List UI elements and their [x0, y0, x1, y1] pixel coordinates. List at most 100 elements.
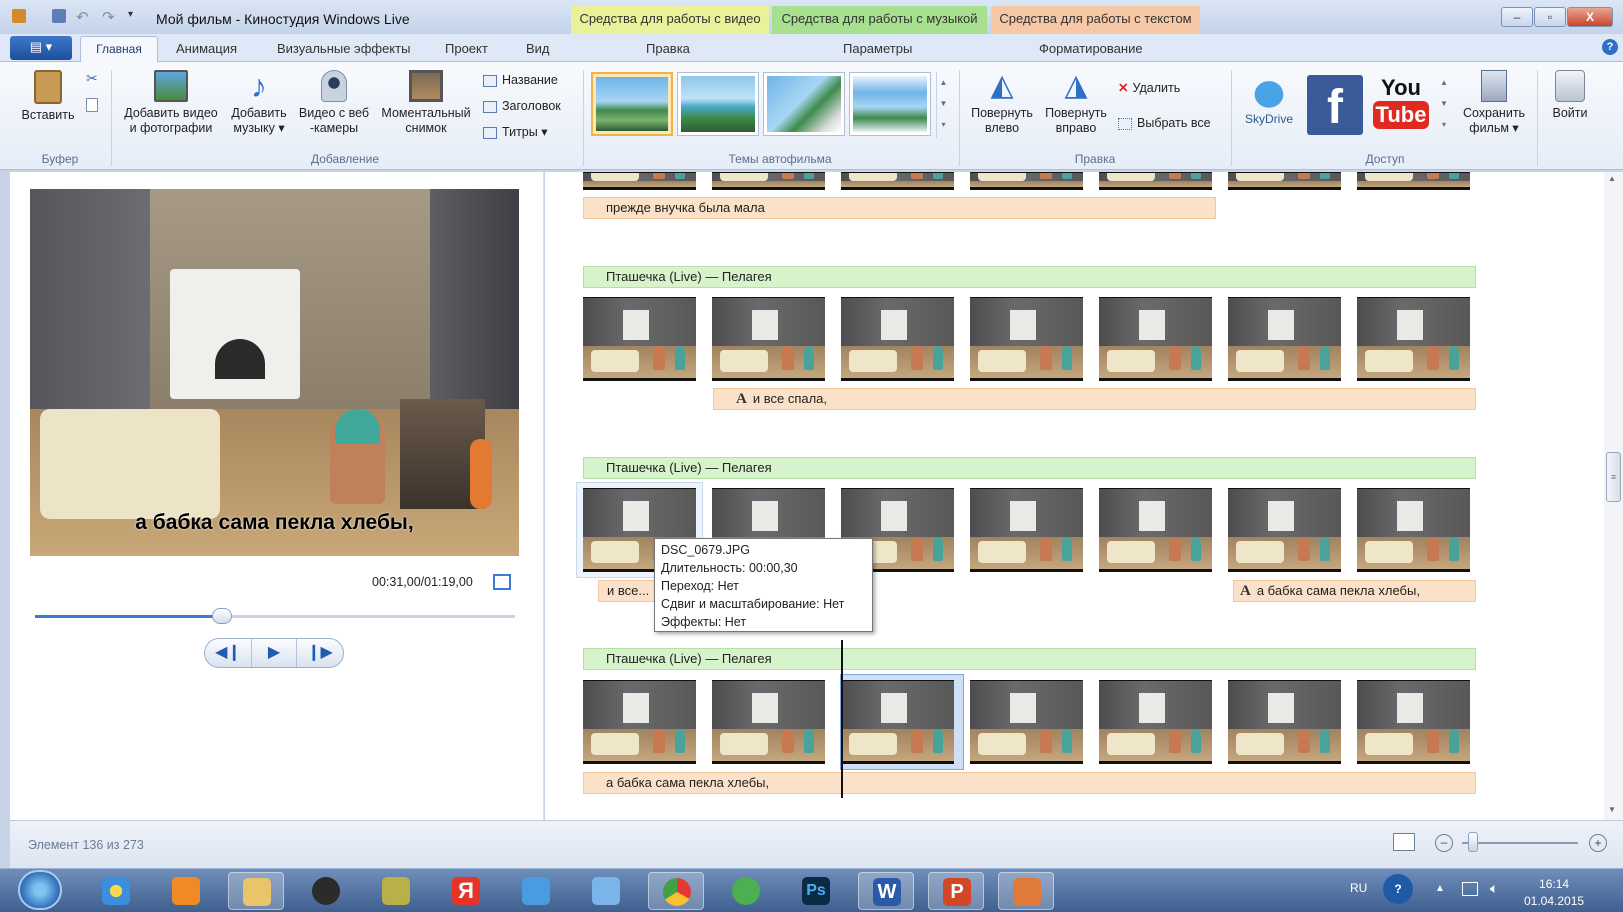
playhead[interactable] — [841, 640, 843, 798]
music-track-bar[interactable]: Пташечка (Live) — Пелагея — [583, 266, 1476, 288]
taskbar-hp[interactable] — [298, 872, 354, 910]
webcam-video-button[interactable]: Видео с веб -камеры — [294, 70, 374, 136]
signin-button[interactable]: Войти — [1544, 70, 1596, 121]
taskbar-yandex[interactable]: Я — [438, 872, 494, 910]
clip-thumbnail[interactable] — [1357, 297, 1470, 381]
clip-thumbnail[interactable] — [1357, 488, 1470, 572]
volume-icon[interactable]: 🔈︎ — [1490, 880, 1498, 897]
qat-dropdown-icon[interactable]: ▾ — [128, 9, 140, 23]
select-all-button[interactable]: Выбрать все — [1118, 115, 1211, 131]
tab-text-format[interactable]: Форматирование — [1039, 41, 1143, 56]
video-preview[interactable]: а бабка сама пекла хлебы, — [30, 189, 519, 556]
language-indicator[interactable]: RU — [1350, 881, 1367, 895]
copy-icon[interactable] — [86, 98, 98, 112]
add-video-photos-button[interactable]: Добавить видео и фотографии — [118, 70, 224, 136]
theme-thumbnail-1[interactable] — [591, 72, 673, 136]
theme-gallery-scroll[interactable]: ▲ ▼ ▾ — [936, 72, 950, 138]
redo-icon[interactable]: ↷ — [102, 8, 118, 26]
theme-thumbnail-4[interactable] — [849, 72, 931, 136]
zoom-out-icon[interactable]: – — [1435, 834, 1453, 852]
taskbar-moviemaker[interactable] — [998, 872, 1054, 910]
share-gallery-scroll[interactable]: ▲ ▼ ▾ — [1438, 72, 1450, 138]
clip-thumbnail[interactable] — [970, 488, 1083, 572]
play-button[interactable]: ▶ — [251, 639, 297, 667]
music-track-bar[interactable]: Пташечка (Live) — Пелагея — [583, 648, 1476, 670]
clip-thumbnail[interactable] — [712, 297, 825, 381]
add-credits-button[interactable]: Титры ▾ — [483, 124, 547, 140]
scroll-thumb[interactable]: ≡ — [1606, 452, 1621, 502]
text-caption-bar[interactable]: Aа бабка сама пекла хлебы, — [1233, 580, 1476, 602]
text-caption-bar[interactable]: а бабка сама пекла хлебы, — [583, 772, 1476, 794]
taskbar-download[interactable] — [718, 872, 774, 910]
clip-thumbnail[interactable] — [583, 172, 696, 190]
clip-thumbnail[interactable] — [1099, 488, 1212, 572]
clip-thumbnail[interactable] — [970, 297, 1083, 381]
music-track-bar[interactable]: Пташечка (Live) — Пелагея — [583, 457, 1476, 479]
fullscreen-icon[interactable] — [493, 574, 511, 590]
tab-animation[interactable]: Анимация — [176, 41, 237, 56]
tab-home[interactable]: Главная — [80, 36, 158, 63]
tab-visual-effects[interactable]: Визуальные эффекты — [277, 41, 410, 56]
text-caption-bar[interactable]: Aи все спала, — [713, 388, 1476, 410]
taskbar-ie[interactable] — [88, 872, 144, 910]
tab-music-options[interactable]: Параметры — [843, 41, 912, 56]
clip-thumbnail[interactable] — [1228, 680, 1341, 764]
cut-icon[interactable]: ✂ — [86, 70, 100, 86]
skydrive-button[interactable]: SkyDrive — [1238, 74, 1300, 127]
facebook-button[interactable]: f — [1307, 75, 1363, 135]
help-tray-icon[interactable]: ? — [1383, 874, 1413, 904]
clip-thumbnail[interactable] — [1228, 297, 1341, 381]
add-music-button[interactable]: ♪ Добавить музыку ▾ — [226, 70, 292, 136]
taskbar-explorer[interactable] — [228, 872, 284, 910]
seek-handle[interactable] — [212, 608, 233, 624]
close-button[interactable]: X — [1567, 7, 1613, 27]
clip-thumbnail[interactable] — [841, 172, 954, 190]
tab-video-edit[interactable]: Правка — [646, 41, 690, 56]
tab-project[interactable]: Проект — [445, 41, 488, 56]
rotate-right-button[interactable]: ◮ Повернуть вправо — [1040, 70, 1112, 136]
theme-thumbnail-3[interactable] — [763, 72, 845, 136]
snapshot-button[interactable]: Моментальный снимок — [376, 70, 476, 136]
taskbar-word[interactable]: W — [858, 872, 914, 910]
add-caption-button[interactable]: Заголовок — [483, 98, 561, 114]
file-menu-button[interactable]: ▤ ▾ — [10, 36, 72, 60]
add-title-button[interactable]: Название — [483, 72, 558, 88]
clock[interactable]: 16:14 01.04.2015 — [1524, 876, 1584, 910]
help-icon[interactable]: ? — [1602, 39, 1618, 55]
minimize-button[interactable]: – — [1501, 7, 1533, 27]
start-button[interactable] — [18, 870, 62, 910]
save-movie-button[interactable]: Сохранить фильм ▾ — [1456, 70, 1532, 136]
youtube-button[interactable]: You Tube — [1373, 75, 1429, 135]
rotate-left-button[interactable]: ◭ Повернуть влево — [966, 70, 1038, 136]
taskbar-mail[interactable] — [508, 872, 564, 910]
tray-expand-icon[interactable]: ▲ — [1435, 883, 1445, 894]
clip-thumbnail[interactable] — [583, 680, 696, 764]
next-frame-button[interactable]: ❙▶ — [297, 639, 343, 667]
paste-button[interactable]: Вставить — [18, 70, 78, 123]
tab-view[interactable]: Вид — [526, 41, 550, 56]
clip-thumbnail[interactable] — [841, 297, 954, 381]
clip-thumbnail[interactable] — [970, 680, 1083, 764]
network-icon[interactable] — [1462, 882, 1478, 896]
theme-thumbnail-2[interactable] — [677, 72, 759, 136]
clip-thumbnail[interactable] — [712, 172, 825, 190]
zoom-slider-handle[interactable] — [1468, 832, 1478, 852]
clip-thumbnail[interactable] — [1228, 172, 1341, 190]
taskbar-sound[interactable] — [578, 872, 634, 910]
clip-thumbnail[interactable] — [1099, 680, 1212, 764]
save-icon[interactable] — [52, 9, 66, 23]
clip-thumbnail[interactable] — [1228, 488, 1341, 572]
undo-icon[interactable]: ↶ — [76, 8, 92, 26]
taskbar-powerpoint[interactable]: P — [928, 872, 984, 910]
maximize-button[interactable]: ▫ — [1534, 7, 1566, 27]
delete-button[interactable]: ✕ Удалить — [1118, 80, 1180, 96]
zoom-in-icon[interactable]: + — [1589, 834, 1607, 852]
clip-thumbnail[interactable] — [1099, 297, 1212, 381]
taskbar-photoshop[interactable]: Ps — [788, 872, 844, 910]
clip-thumbnail[interactable] — [712, 680, 825, 764]
thumbnail-size-icon[interactable] — [1393, 833, 1415, 851]
scroll-down-arrow[interactable]: ▼ — [1608, 805, 1616, 814]
zoom-slider[interactable] — [1462, 842, 1578, 844]
text-caption-bar[interactable]: прежде внучка была мала — [583, 197, 1216, 219]
clip-thumbnail[interactable] — [1357, 680, 1470, 764]
